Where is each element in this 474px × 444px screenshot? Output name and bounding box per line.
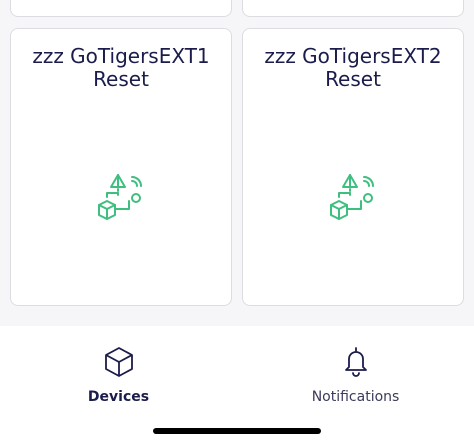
network-devices-icon: [95, 173, 149, 221]
bell-icon: [340, 346, 372, 378]
device-card-partial[interactable]: [10, 0, 232, 17]
device-grid: zzz GoTigersEXT1 Reset zzz GoTigersEXT2 …: [0, 0, 474, 326]
tab-notifications[interactable]: Notifications: [237, 326, 474, 426]
tab-devices-label: Devices: [87, 389, 150, 405]
device-card-title: zzz GoTigersEXT1 Reset: [32, 44, 210, 91]
device-card[interactable]: zzz GoTigersEXT1 Reset: [10, 28, 232, 306]
cube-icon: [103, 346, 135, 378]
network-devices-icon: [327, 173, 381, 221]
home-indicator: [153, 428, 321, 434]
tab-notifications-label: Notifications: [311, 389, 400, 405]
device-card-partial[interactable]: [242, 0, 464, 17]
bottom-tab-bar: Devices Notifications: [0, 326, 474, 444]
device-card-title: zzz GoTigersEXT2 Reset: [264, 44, 442, 91]
device-card[interactable]: zzz GoTigersEXT2 Reset: [242, 28, 464, 306]
tab-devices[interactable]: Devices: [0, 326, 237, 426]
